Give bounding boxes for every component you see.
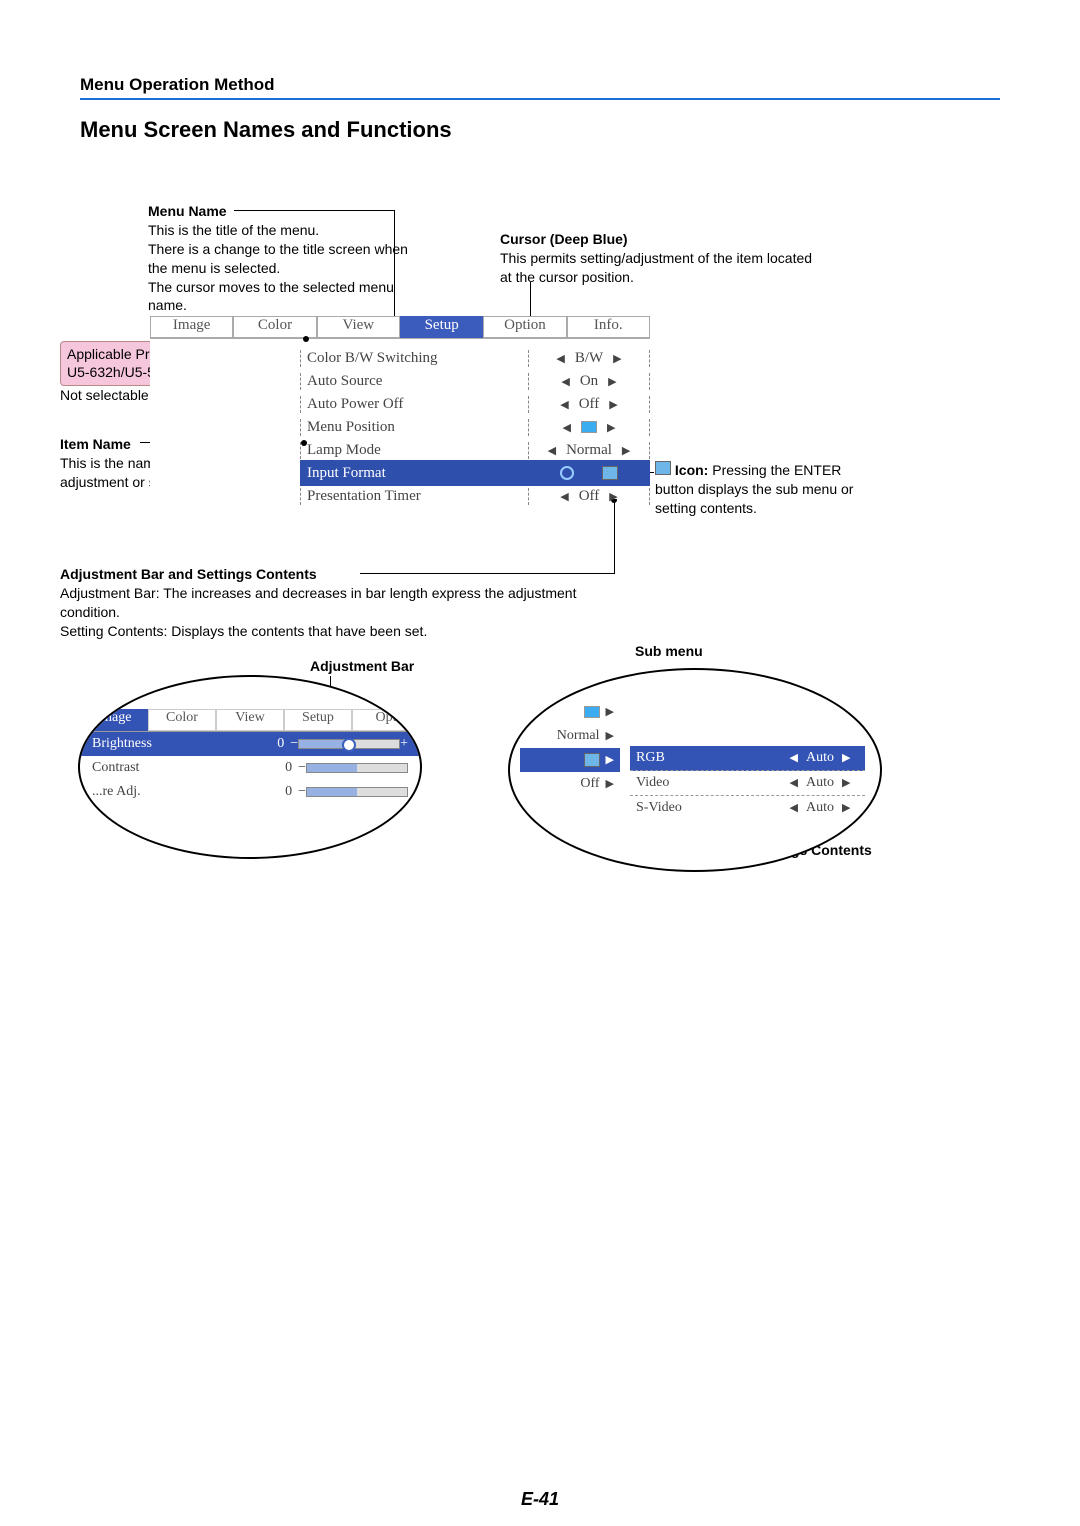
- zl-row-name: Contrast: [92, 760, 262, 776]
- tab-info[interactable]: Info.: [567, 316, 650, 338]
- arrow-left-icon[interactable]: [561, 373, 569, 390]
- zl-row-name: ...re Adj.: [92, 784, 262, 800]
- arrow-right-icon[interactable]: [613, 350, 621, 367]
- zr-sub-name: S-Video: [630, 800, 775, 816]
- submenu-example: Normal Off RGB Auto Video Auto S-Video A…: [508, 668, 882, 872]
- annot-menu-name-body: This is the title of the menu. There is …: [148, 221, 408, 315]
- menu-item-label: Color B/W Switching: [300, 350, 529, 367]
- submenu-enter-icon: [602, 466, 618, 480]
- zl-tab-setup[interactable]: Setup: [284, 709, 352, 731]
- zl-row-brightness[interactable]: Brightness 0 − +: [80, 732, 420, 756]
- tab-color[interactable]: Color: [233, 316, 316, 338]
- page-heading: Menu Screen Names and Functions: [80, 117, 452, 143]
- position-swatch-icon: [584, 706, 600, 718]
- zr-sub-value: Auto: [806, 750, 834, 766]
- slider-knob-icon[interactable]: [342, 738, 356, 752]
- enter-icon: [655, 461, 671, 475]
- zl-tab-opt[interactable]: Opt: [352, 709, 420, 731]
- zl-tab-color[interactable]: Color: [148, 709, 216, 731]
- arrow-right-icon[interactable]: [842, 800, 850, 816]
- arrow-right-icon[interactable]: [607, 419, 615, 436]
- zr-left-row[interactable]: [520, 700, 620, 724]
- arrow-left-icon[interactable]: [790, 800, 798, 816]
- annot-adjustment-title: Adjustment Bar and Settings Contents: [60, 565, 590, 584]
- tab-view[interactable]: View: [317, 316, 400, 338]
- zl-row-name: Brightness: [92, 736, 254, 752]
- zr-left-row[interactable]: [520, 748, 620, 772]
- arrow-right-icon[interactable]: [606, 728, 614, 744]
- annot-submenu-label: Sub menu: [635, 642, 703, 661]
- zl-row-value: 0: [262, 784, 298, 800]
- submenu-enter-icon: [584, 753, 600, 767]
- arrow-left-icon[interactable]: [790, 775, 798, 791]
- menu-item-label: Auto Power Off: [300, 396, 529, 413]
- menu-item-value: On: [580, 373, 598, 390]
- page-number: E-41: [0, 1489, 1080, 1510]
- arrow-right-icon[interactable]: [606, 752, 614, 768]
- annot-icon-title: Icon:: [675, 462, 708, 478]
- zr-left-value: Normal: [557, 728, 600, 744]
- adjustment-slider[interactable]: [306, 787, 408, 797]
- zr-left-value: Off: [580, 776, 599, 792]
- zl-row-adj[interactable]: ...re Adj. 0 −: [80, 780, 420, 804]
- adjustment-bar-example: Image Color View Setup Opt Brightness 0 …: [78, 675, 422, 859]
- adjustment-slider[interactable]: [306, 763, 408, 773]
- header-rule: [80, 98, 1000, 100]
- zr-sub-svideo[interactable]: S-Video Auto: [630, 796, 865, 820]
- zr-sub-name: RGB: [630, 750, 775, 766]
- arrow-left-icon[interactable]: [560, 488, 568, 505]
- menu-item-label: Menu Position: [300, 419, 529, 436]
- menu-item-label: Input Format: [300, 465, 529, 482]
- menu-item-value: B/W: [575, 350, 603, 367]
- zr-left-row[interactable]: Off: [520, 772, 620, 796]
- arrow-right-icon[interactable]: [608, 373, 616, 390]
- menu-item-label: Presentation Timer: [300, 488, 529, 505]
- arrow-right-icon[interactable]: [609, 396, 617, 413]
- zr-sub-video[interactable]: Video Auto: [630, 771, 865, 796]
- section-header: Menu Operation Method: [80, 75, 275, 95]
- annot-cursor-body: This permits setting/adjustment of the i…: [500, 249, 820, 287]
- menu-item-label: Auto Source: [300, 373, 529, 390]
- menu-item-value: Normal: [566, 442, 612, 459]
- zr-sub-name: Video: [630, 775, 775, 791]
- menu-item-value: Off: [579, 396, 600, 413]
- arrow-right-icon[interactable]: [622, 442, 630, 459]
- position-swatch-icon: [581, 421, 597, 433]
- arrow-right-icon[interactable]: [606, 776, 614, 792]
- annot-cursor-title: Cursor (Deep Blue): [500, 230, 820, 249]
- arrow-left-icon[interactable]: [560, 396, 568, 413]
- arrow-right-icon[interactable]: [842, 775, 850, 791]
- zl-row-contrast[interactable]: Contrast 0 −: [80, 756, 420, 780]
- zr-left-row[interactable]: Normal: [520, 724, 620, 748]
- osd-menu: Image Color View Setup Option Info. Colo…: [150, 316, 650, 499]
- zr-sub-rgb[interactable]: RGB Auto: [630, 746, 865, 771]
- cursor-dot-icon: [560, 466, 574, 480]
- adjustment-slider[interactable]: [298, 739, 400, 749]
- menu-item-presentation-timer[interactable]: Presentation Timer Off: [300, 483, 650, 509]
- arrow-left-icon[interactable]: [563, 419, 571, 436]
- arrow-left-icon[interactable]: [548, 442, 556, 459]
- zl-row-value: 0: [262, 760, 298, 776]
- arrow-right-icon[interactable]: [606, 704, 614, 720]
- arrow-right-icon[interactable]: [609, 488, 617, 505]
- annot-icon: Icon: Pressing the ENTER button displays…: [655, 461, 875, 518]
- tab-image[interactable]: Image: [150, 316, 233, 338]
- zr-sub-value: Auto: [806, 800, 834, 816]
- annot-adjustment-body: Adjustment Bar: The increases and decrea…: [60, 584, 590, 641]
- menu-item-label: Lamp Mode: [300, 442, 529, 459]
- annot-adjustment-bar-label: Adjustment Bar: [310, 657, 414, 676]
- arrow-left-icon[interactable]: [556, 350, 564, 367]
- zl-row-value: 0: [254, 736, 290, 752]
- tab-setup[interactable]: Setup: [400, 316, 483, 338]
- zl-tab-image[interactable]: Image: [80, 709, 148, 731]
- menu-tabs: Image Color View Setup Option Info.: [150, 316, 650, 339]
- tab-option[interactable]: Option: [483, 316, 566, 338]
- menu-item-value: Off: [579, 488, 600, 505]
- arrow-right-icon[interactable]: [842, 750, 850, 766]
- annot-menu-name-title: Menu Name: [148, 202, 408, 221]
- zr-sub-value: Auto: [806, 775, 834, 791]
- zl-tab-view[interactable]: View: [216, 709, 284, 731]
- arrow-left-icon[interactable]: [790, 750, 798, 766]
